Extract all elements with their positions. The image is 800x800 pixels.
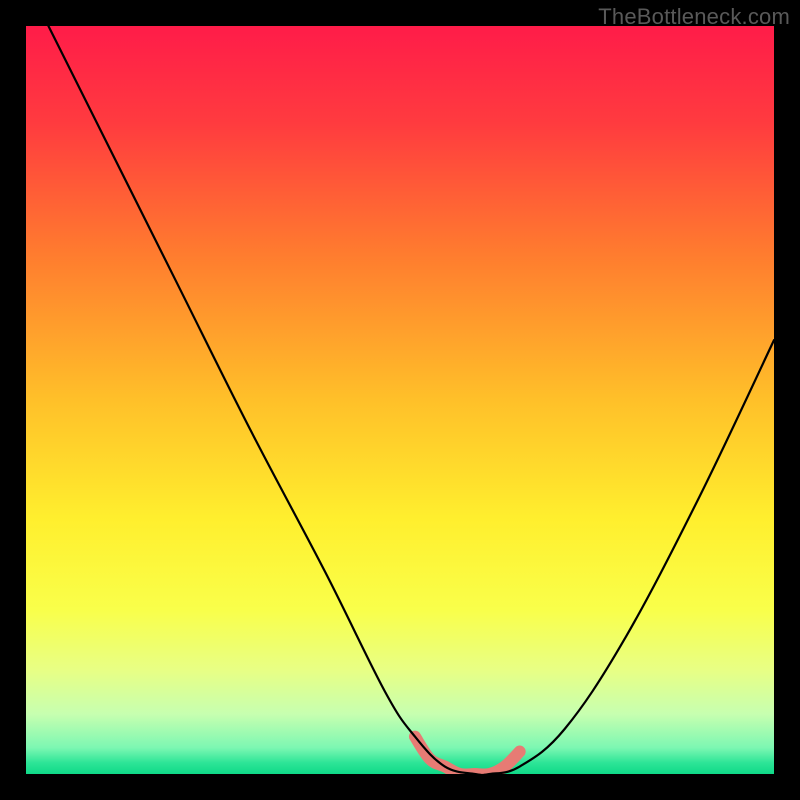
bottleneck-curve bbox=[48, 26, 774, 774]
plot-area bbox=[26, 26, 774, 774]
curve-layer bbox=[26, 26, 774, 774]
watermark-text: TheBottleneck.com bbox=[598, 4, 790, 30]
chart-frame: TheBottleneck.com bbox=[0, 0, 800, 800]
